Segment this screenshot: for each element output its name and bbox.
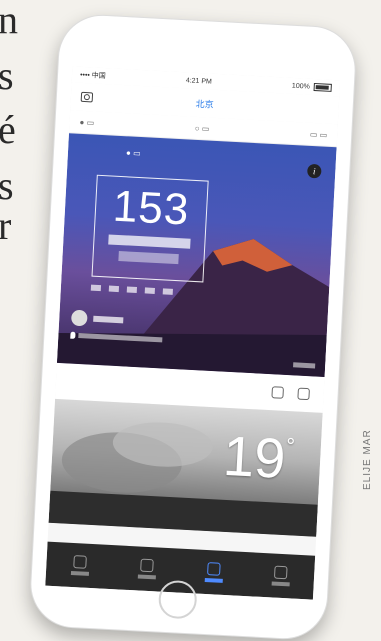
page-text-letter: é	[0, 107, 16, 152]
aqi-hero-card[interactable]: ● ▭ i 153	[56, 133, 337, 377]
aqi-level-label	[118, 251, 179, 265]
clock-text: 4:21 PM	[185, 76, 213, 86]
photo-icon	[207, 562, 221, 576]
photo-credit	[293, 362, 316, 369]
battery-indicator: 100%	[292, 82, 332, 92]
phone: •••• 中国 4:21 PM 100% 北京 ● ▭ ○ ▭ ▭ ▭ ● ▭	[28, 12, 358, 641]
profile-icon	[273, 565, 288, 580]
degree-symbol: °	[285, 433, 296, 459]
share-icon[interactable]	[297, 387, 310, 401]
tab-profile[interactable]	[271, 565, 290, 587]
location-pin-icon	[70, 331, 76, 339]
tab-home[interactable]	[70, 555, 89, 576]
page-text-letter: n	[0, 0, 18, 42]
carrier-text: •••• 中国	[79, 71, 106, 81]
photo-credit-text: ELIJE MAR	[362, 429, 373, 490]
aqi-bar	[108, 234, 191, 249]
home-icon	[73, 555, 87, 569]
tab-discover[interactable]	[137, 558, 156, 580]
like-icon[interactable]	[271, 386, 284, 399]
station-name	[93, 315, 124, 324]
city-title[interactable]: 北京	[195, 96, 214, 110]
camera-icon[interactable]	[80, 91, 94, 103]
battery-icon	[313, 82, 332, 92]
battery-text: 100%	[291, 82, 310, 91]
tab-photo[interactable]	[204, 562, 223, 583]
aqi-value: 153	[111, 181, 191, 235]
info-item-left: ● ▭	[79, 117, 95, 128]
page-text-letter: s	[0, 163, 14, 208]
info-item-right: ▭ ▭	[309, 129, 328, 140]
phone-screen: •••• 中国 4:21 PM 100% 北京 ● ▭ ○ ▭ ▭ ▭ ● ▭	[45, 66, 341, 600]
aqi-tag-label: ● ▭	[125, 148, 141, 159]
temperature-value: 19	[221, 423, 288, 490]
temperature: 19°	[222, 424, 296, 490]
weather-card[interactable]: 19°	[48, 398, 323, 537]
station-row	[70, 309, 124, 329]
background-page-text: n s é s r	[0, 0, 48, 400]
avatar	[70, 309, 88, 327]
discover-icon	[140, 558, 154, 573]
page-text-letter: s	[0, 53, 14, 98]
info-item-center: ○ ▭	[194, 123, 210, 134]
page-text-letter: r	[0, 203, 12, 248]
aqi-panel: 153	[91, 174, 209, 283]
